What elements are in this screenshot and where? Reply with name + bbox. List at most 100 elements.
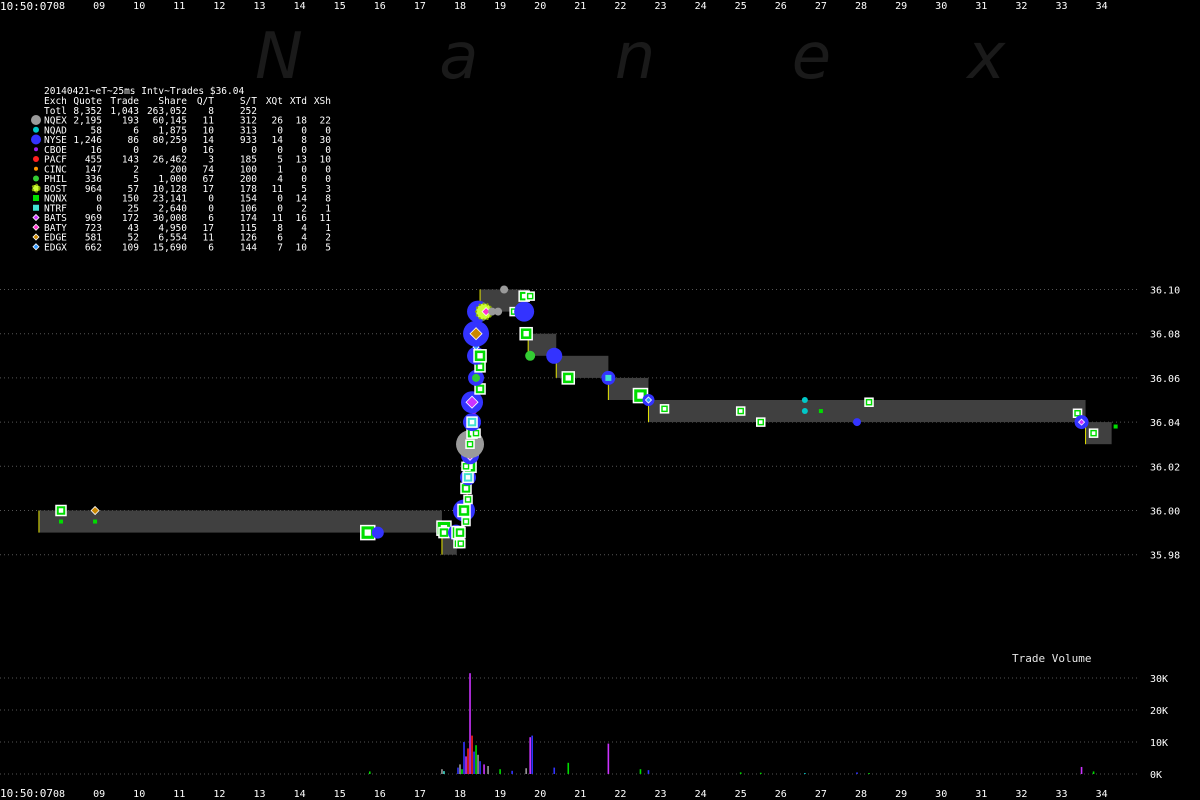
trade-marker-nqnx-core xyxy=(468,442,472,446)
legend-marker-nqnx xyxy=(33,195,39,201)
y-tick-label: 36.00 xyxy=(1150,507,1180,518)
x-tick-label: 33 xyxy=(1055,1,1067,12)
x-tick-label: 31 xyxy=(975,1,987,12)
trade-marker-nqnx-core xyxy=(565,375,571,381)
volume-bars xyxy=(368,673,1095,774)
x-tick-label: 11 xyxy=(173,1,185,12)
x-tick-label: 12 xyxy=(213,1,225,12)
trade-marker-ntrf xyxy=(605,374,612,381)
legend-marker-edgx xyxy=(32,243,40,251)
x-tick-label: 09 xyxy=(93,1,105,12)
x-tick-label: 22 xyxy=(614,789,626,800)
volume-bar xyxy=(868,773,870,774)
volume-tick-label: 30K xyxy=(1150,674,1168,685)
legend-row: 7 xyxy=(277,242,283,253)
volume-bar xyxy=(368,771,371,774)
trade-marker-nqnx-core xyxy=(477,386,483,392)
x-tick-label: 08 xyxy=(53,789,65,800)
x-tick-label: 32 xyxy=(1015,1,1027,12)
volume-bar xyxy=(487,766,489,774)
x-tick-label: 22 xyxy=(614,1,626,12)
trade-marker-nqnx-core xyxy=(457,530,463,535)
volume-bar xyxy=(465,756,467,774)
volume-bar xyxy=(475,745,477,774)
volume-bar xyxy=(759,772,762,774)
legend-header: XTd xyxy=(290,96,307,107)
volume-bar xyxy=(473,751,475,774)
trade-marker-nqex xyxy=(494,307,503,316)
legend-header: XQt xyxy=(266,96,283,107)
trade-chart: N a n e x 08 09 10 11 12 13 14 15 16 17 18 19 20 21 22… xyxy=(0,0,1180,800)
x-tick-label: 13 xyxy=(253,1,265,12)
trade-marker-nqex xyxy=(500,285,509,294)
legend-row: 144 xyxy=(240,242,257,253)
legend-marker-nyse xyxy=(31,134,41,145)
x-tick-label: 23 xyxy=(654,789,666,800)
x-tick-label: 29 xyxy=(895,789,907,800)
x-tick-label: 31 xyxy=(975,789,987,800)
volume-bar xyxy=(483,764,485,774)
volume-bar xyxy=(459,764,461,774)
volume-bar xyxy=(511,770,513,774)
trade-marker-nqnx-core xyxy=(477,364,483,370)
legend-row: 10 xyxy=(296,242,308,253)
y-tick-label: 36.10 xyxy=(1150,286,1180,297)
trade-marker-phil xyxy=(525,350,536,361)
x-tick-label: 27 xyxy=(815,789,827,800)
legend-table: Exch Quote Trade Share Q/T S/T XQt XTd XShTotl 8,… xyxy=(31,96,331,253)
legend-marker-phil xyxy=(33,175,39,182)
x-tick-label: 30 xyxy=(935,789,947,800)
trade-marker-nyse xyxy=(514,301,535,322)
trade-marker-nqnx-core xyxy=(662,407,667,411)
x-tick-label: 27 xyxy=(815,1,827,12)
x-tick-label: 14 xyxy=(294,789,306,800)
y-tick-label: 36.08 xyxy=(1150,330,1180,341)
volume-bar xyxy=(607,743,610,774)
x-tick-label: 23 xyxy=(654,1,666,12)
volume-bar xyxy=(461,769,463,774)
legend-row: 6 xyxy=(208,242,214,253)
time-label-bottom: 10:50:07 xyxy=(0,787,53,800)
x-tick-label: 28 xyxy=(855,1,867,12)
volume-bar xyxy=(856,772,858,774)
x-tick-label: 19 xyxy=(494,1,506,12)
volume-tick-label: 20K xyxy=(1150,706,1168,717)
trade-marker-nqnx-core xyxy=(528,294,532,298)
trade-marker-nqnx-core xyxy=(474,431,478,435)
time-label-top: 10:50:07 xyxy=(0,0,53,13)
volume-bar xyxy=(443,771,445,774)
volume-bar xyxy=(529,737,531,774)
y-tick-label: 36.06 xyxy=(1150,374,1180,385)
trade-marker-nyse xyxy=(852,418,861,427)
volume-bar xyxy=(479,761,481,774)
volume-title: Trade Volume xyxy=(1012,652,1091,665)
volume-bar xyxy=(469,673,471,774)
x-tick-label: 26 xyxy=(775,789,787,800)
legend-marker-pacf xyxy=(33,156,39,162)
x-axis-bottom: 08 09 10 11 12 13 14 15 16 17 18 19 20 21 22 23 24 25 26 27… xyxy=(53,789,1108,800)
trade-marker-nqnx-core xyxy=(441,530,447,535)
y-tick-label: 36.04 xyxy=(1150,418,1180,429)
x-tick-label: 12 xyxy=(213,789,225,800)
x-tick-label: 14 xyxy=(294,1,306,12)
volume-bar xyxy=(647,770,650,774)
x-tick-label: 20 xyxy=(534,1,546,12)
trade-marker-nqnx-core xyxy=(523,331,529,337)
x-tick-label: 09 xyxy=(93,789,105,800)
x-tick-label: 15 xyxy=(334,789,346,800)
x-tick-label: 24 xyxy=(695,789,707,800)
trade-marker-nqnx-core xyxy=(867,400,871,405)
x-tick-label: 34 xyxy=(1096,1,1108,12)
legend-row: 15,690 xyxy=(153,242,188,253)
volume-bar xyxy=(553,767,556,774)
trade-marker-nqnx-core xyxy=(758,420,763,424)
x-tick-label: 34 xyxy=(1096,789,1108,800)
x-tick-label: 13 xyxy=(253,789,265,800)
trade-marker-ntrf-core xyxy=(465,475,471,480)
trade-marker-nqad xyxy=(801,408,808,415)
legend-row: 662 xyxy=(85,242,102,253)
trade-marker-nqnx-core xyxy=(1075,411,1080,416)
x-tick-label: 29 xyxy=(895,1,907,12)
volume-bar xyxy=(639,769,642,774)
x-axis-top: 08 09 10 11 12 13 14 15 16 17 18 19 20 21 22 23 24 25 26 27… xyxy=(53,1,1108,12)
